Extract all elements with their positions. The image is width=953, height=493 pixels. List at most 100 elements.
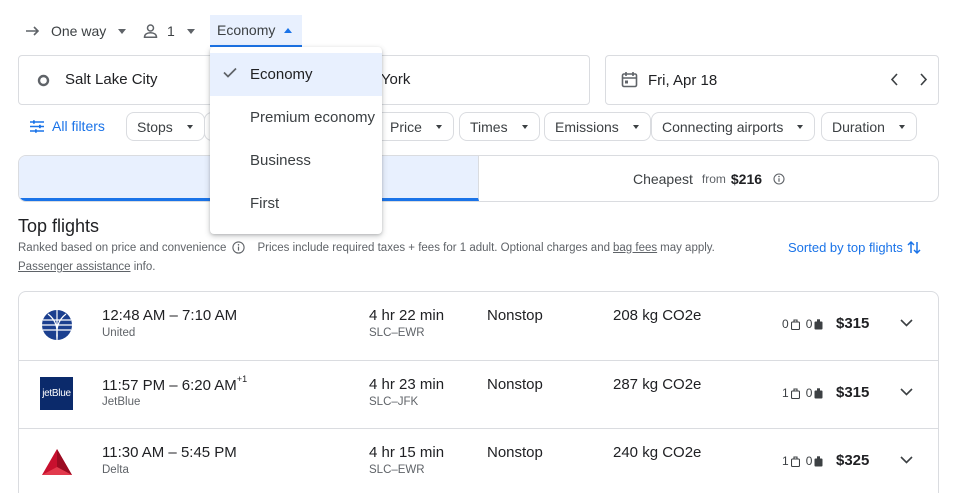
passenger-assistance-link[interactable]: Passenger assistance <box>18 261 131 273</box>
carry-on-count: 1 <box>782 386 789 400</box>
menu-item-first[interactable]: First <box>210 182 382 225</box>
jetblue-logo-text: jetBlue <box>42 388 71 399</box>
calendar-icon <box>621 72 638 88</box>
chevron-down-icon <box>118 28 127 34</box>
flight-times-text: 11:30 AM – 5:45 PM <box>102 444 237 461</box>
info-icon[interactable] <box>232 241 246 254</box>
passenger-assistance-line: Passenger assistance info. <box>18 261 155 273</box>
chevron-down-icon <box>521 124 528 129</box>
flight-times-text: 11:57 PM – 6:20 AM <box>102 377 237 394</box>
expand-chevron-icon[interactable] <box>900 388 913 396</box>
flight-list: 12:48 AM – 7:10 AM United 4 hr 22 min SL… <box>18 291 939 493</box>
carry-on-count: 1 <box>782 454 789 468</box>
filter-chip-stops[interactable]: Stops <box>126 112 205 141</box>
chevron-down-icon <box>898 124 905 129</box>
expand-chevron-icon[interactable] <box>900 456 913 464</box>
info-icon[interactable] <box>773 172 785 185</box>
all-filters-label: All filters <box>52 118 105 134</box>
menu-item-label: Economy <box>250 66 313 83</box>
united-logo <box>40 308 73 341</box>
chip-label: Price <box>390 118 422 135</box>
sort-tabs: Cheapest from $216 <box>18 155 939 202</box>
filter-chip-emissions[interactable]: Emissions <box>544 112 651 141</box>
day-offset: +1 <box>236 374 248 384</box>
checked-bag-count: 0 <box>805 386 813 400</box>
carry-on-count: 0 <box>782 317 789 331</box>
chevron-down-icon <box>797 124 804 129</box>
chevron-right-icon[interactable] <box>919 73 928 86</box>
flight-duration: 4 hr 22 min <box>369 307 445 324</box>
seat-class-menu: Economy Premium economy Business First <box>210 47 382 234</box>
checked-bag-icon <box>814 455 823 466</box>
flight-route: SLC–EWR <box>369 464 425 476</box>
menu-item-label: First <box>250 195 280 212</box>
swap-vert-icon <box>907 240 921 255</box>
flight-emissions: 240 kg CO2e <box>613 444 702 461</box>
cheapest-from: from <box>701 171 726 186</box>
menu-item-premium-economy[interactable]: Premium economy <box>210 96 382 139</box>
passengers-select[interactable]: 1 <box>143 15 195 47</box>
baggage-info: 0 0 <box>782 317 823 331</box>
flight-times-text: 12:48 AM – 7:10 AM <box>102 307 238 324</box>
prices-note-end: may apply. <box>660 241 715 254</box>
chevron-left-icon[interactable] <box>890 73 899 86</box>
chevron-down-icon <box>186 28 195 34</box>
seat-class-label: Economy <box>217 22 276 38</box>
origin-circle-icon <box>37 74 50 87</box>
chevron-up-icon <box>284 27 293 33</box>
flight-stops: Nonstop <box>487 444 543 461</box>
tab-cheapest[interactable]: Cheapest from $216 <box>480 156 938 201</box>
person-icon <box>143 24 158 38</box>
expand-chevron-icon[interactable] <box>900 319 913 327</box>
chip-label: Emissions <box>555 118 619 135</box>
flight-row[interactable]: 11:30 AM – 5:45 PM Delta 4 hr 15 min SLC… <box>19 428 938 493</box>
flight-price: $315 <box>836 315 870 332</box>
checked-bag-icon <box>814 318 823 329</box>
seat-class-select[interactable]: Economy <box>210 15 302 47</box>
flight-row[interactable]: jetBlue 11:57 PM – 6:20 AM+1 JetBlue 4 h… <box>19 360 938 428</box>
airline-name: United <box>102 327 136 339</box>
airline-name: JetBlue <box>102 396 141 408</box>
chip-label: Duration <box>832 118 885 135</box>
filter-chip-connecting-airports[interactable]: Connecting airports <box>651 112 816 141</box>
departure-date-field[interactable]: Fri, Apr 18 <box>605 55 939 105</box>
all-filters-button[interactable]: All filters <box>30 118 105 134</box>
filter-chip-times[interactable]: Times <box>459 112 540 141</box>
arrow-right-icon <box>26 26 40 36</box>
menu-item-label: Premium economy <box>250 109 376 126</box>
sort-button[interactable]: Sorted by top flights <box>788 240 921 255</box>
delta-logo <box>40 445 73 478</box>
menu-item-economy[interactable]: Economy <box>210 53 382 96</box>
origin-input[interactable]: Salt Lake City <box>65 71 158 88</box>
checked-bag-count: 0 <box>805 454 813 468</box>
flight-times: 11:30 AM – 5:45 PM <box>102 444 237 461</box>
sort-label: Sorted by top flights <box>788 240 903 255</box>
flight-emissions: 287 kg CO2e <box>613 376 702 393</box>
trip-type-label: One way <box>51 23 107 39</box>
filter-chip-duration[interactable]: Duration <box>821 112 917 141</box>
flight-route: SLC–EWR <box>369 327 425 339</box>
flight-stops: Nonstop <box>487 376 543 393</box>
filter-chip-price[interactable]: Price <box>380 112 454 141</box>
flight-times: 12:48 AM – 7:10 AM <box>102 307 237 324</box>
flight-duration: 4 hr 15 min <box>369 444 445 461</box>
prices-note: Prices include required taxes + fees for… <box>257 241 610 254</box>
passengers-count: 1 <box>167 23 175 39</box>
baggage-info: 1 0 <box>782 386 823 400</box>
airline-name: Delta <box>102 464 129 476</box>
flight-row[interactable]: 12:48 AM – 7:10 AM United 4 hr 22 min SL… <box>19 292 938 360</box>
chevron-down-icon <box>632 124 639 129</box>
chevron-down-icon <box>435 124 442 129</box>
flight-emissions: 208 kg CO2e <box>613 307 702 324</box>
trip-type-select[interactable]: One way <box>26 15 127 47</box>
menu-item-business[interactable]: Business <box>210 139 382 182</box>
carry-on-bag-icon <box>790 387 800 399</box>
results-title: Top flights <box>18 216 100 236</box>
ranked-text: Ranked based on price and convenience <box>18 241 227 254</box>
cheapest-price: $216 <box>730 170 763 187</box>
chip-label: Times <box>470 118 508 135</box>
check-icon <box>223 67 237 78</box>
bag-fees-link[interactable]: bag fees <box>613 242 657 254</box>
info-text: info. <box>133 261 156 273</box>
chevron-down-icon <box>186 124 193 129</box>
